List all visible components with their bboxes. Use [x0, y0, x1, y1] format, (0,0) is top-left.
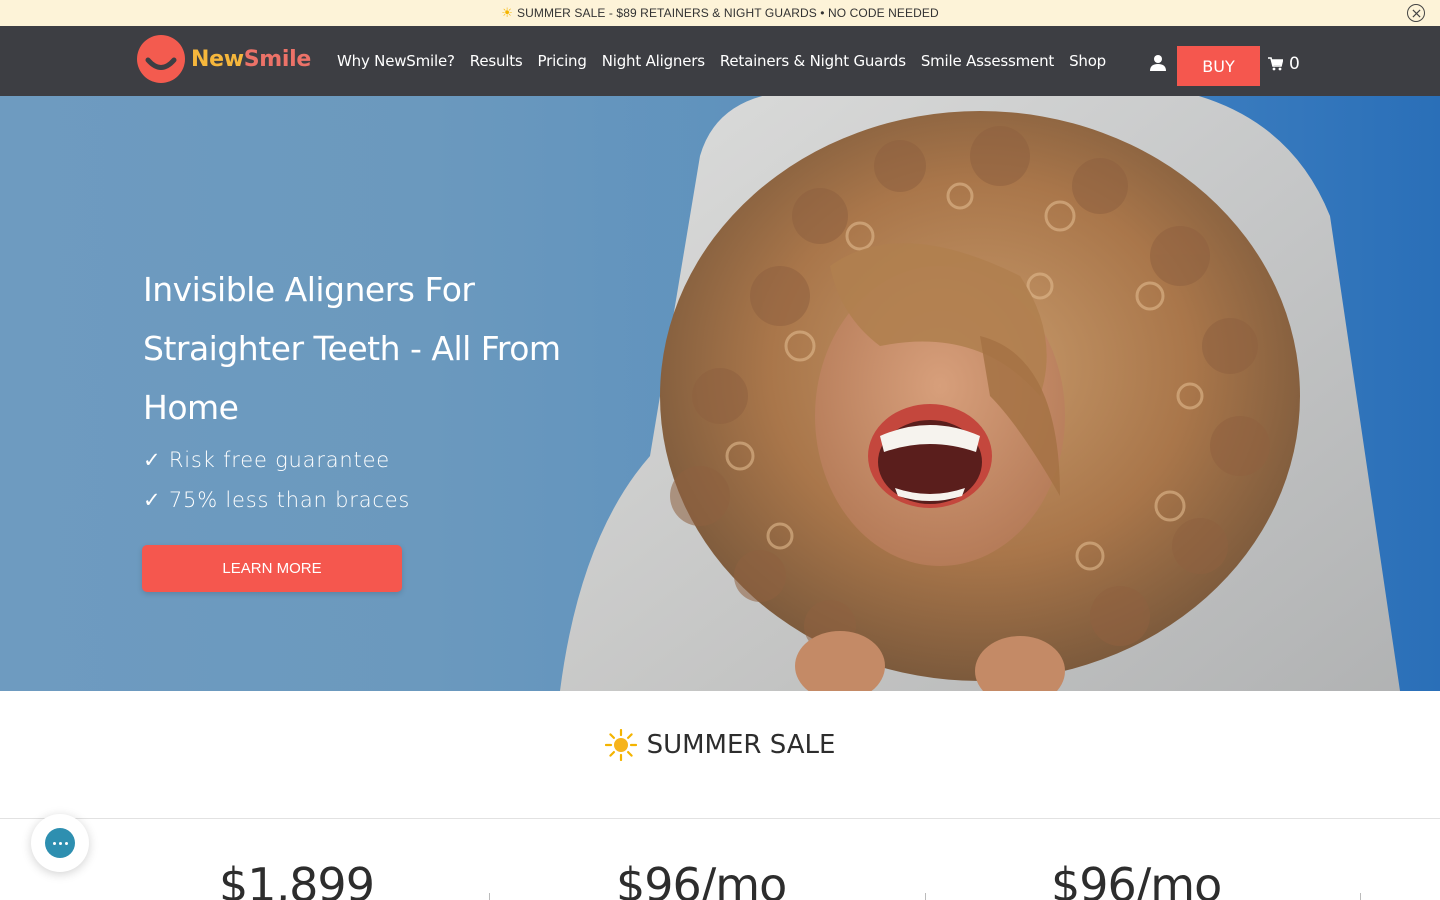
section-divider [0, 818, 1440, 819]
hero-banner: Invisible Aligners For Straighter Teeth … [0, 96, 1440, 691]
chat-button[interactable] [31, 814, 89, 872]
logo-text: NewSmile [191, 47, 311, 72]
price-separator [925, 893, 926, 900]
nav-item-why-newsmile[interactable]: Why NewSmile? [337, 52, 455, 70]
smile-logo-icon [137, 35, 185, 83]
sale-heading: SUMMER SALE [0, 729, 1440, 761]
nav-item-pricing[interactable]: Pricing [538, 52, 587, 70]
hero-checklist: ✓ Risk free guarantee ✓ 75% less than br… [143, 440, 410, 520]
price-separator [1360, 893, 1361, 900]
logo[interactable]: NewSmile [137, 35, 311, 83]
buy-button[interactable]: BUY [1177, 46, 1260, 86]
hero-check-item: ✓ Risk free guarantee [143, 448, 391, 472]
sun-icon [604, 729, 637, 761]
price-value: $96/mo [616, 858, 787, 900]
announcement-content: ☀ SUMMER SALE - $89 RETAINERS & NIGHT GU… [501, 5, 939, 21]
site-header: NewSmile Why NewSmile? Results Pricing N… [0, 26, 1440, 96]
nav-item-results[interactable]: Results [470, 52, 523, 70]
logo-text-smile: Smile [243, 46, 312, 72]
hero-title: Invisible Aligners For Straighter Teeth … [143, 270, 561, 427]
learn-more-button[interactable]: LEARN MORE [142, 545, 402, 592]
announcement-bar: ☀ SUMMER SALE - $89 RETAINERS & NIGHT GU… [0, 0, 1440, 26]
hero-check-item: ✓ 75% less than braces [143, 488, 411, 512]
nav-item-retainers-night-guards[interactable]: Retainers & Night Guards [720, 52, 906, 70]
announcement-text: SUMMER SALE - $89 RETAINERS & NIGHT GUAR… [517, 6, 939, 20]
nav-item-smile-assessment[interactable]: Smile Assessment [921, 52, 1054, 70]
cart-icon [1268, 57, 1283, 71]
nav-item-night-aligners[interactable]: Night Aligners [602, 52, 705, 70]
close-icon[interactable] [1407, 4, 1425, 22]
chat-icon [45, 828, 75, 858]
price-value: $1,899 [219, 858, 375, 900]
main-nav: Why NewSmile? Results Pricing Night Alig… [337, 26, 1106, 96]
sun-icon: ☀ [501, 5, 514, 20]
price-value: $96/mo [1051, 858, 1222, 900]
user-icon[interactable] [1149, 54, 1167, 72]
cart-count: 0 [1289, 54, 1300, 74]
price-separator [489, 893, 490, 900]
nav-item-shop[interactable]: Shop [1069, 52, 1106, 70]
cart-button[interactable]: 0 [1268, 54, 1300, 74]
logo-text-new: New [191, 46, 244, 72]
sale-heading-text: SUMMER SALE [646, 730, 836, 760]
